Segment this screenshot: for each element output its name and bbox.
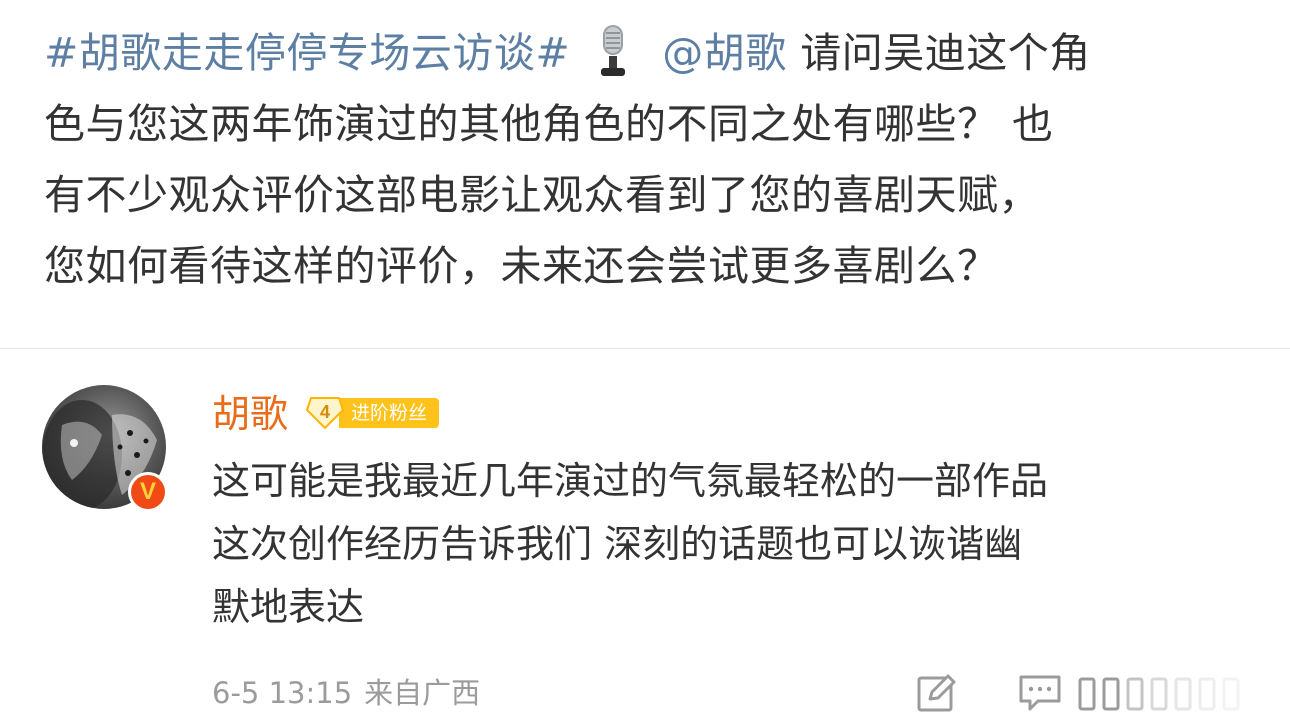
comment-icon [1019, 675, 1061, 711]
fan-level-number: 4 [319, 402, 330, 422]
hashtag-link[interactable]: #胡歌走走停停专场云访谈# [44, 29, 570, 77]
fan-level-shield-icon: 4 [305, 396, 345, 430]
fan-level-label: 进阶粉丝 [339, 398, 440, 428]
fan-level-badge[interactable]: 4 进阶粉丝 [305, 396, 440, 430]
comment-text: 这可能是我最近几年演过的气氛最轻松的一部作品 这次创作经历告诉我们 深刻的话题也… [212, 450, 1272, 639]
post-text-line1: 请问吴迪这个角 [786, 29, 1091, 77]
post-text-line4: 您如何看待这样的评价，未来还会尝试更多喜剧么？ [44, 242, 999, 290]
mention-link[interactable]: @胡歌 [662, 29, 787, 77]
comment-meta: 6-5 13:15 来自广西 [212, 672, 480, 714]
like-button[interactable] [1070, 673, 1290, 713]
comment-username[interactable]: 胡歌 [212, 388, 288, 440]
post-text-line2: 色与您这两年饰演过的其他角色的不同之处有哪些？ 也 [44, 100, 1054, 148]
microphone-icon [592, 23, 634, 79]
divider [0, 348, 1290, 349]
verified-v-icon: V [128, 472, 168, 512]
repost-button[interactable] [916, 673, 958, 713]
post-text-line3: 有不少观众评价这部电影让观众看到了您的喜剧天赋， [44, 171, 1040, 219]
post-body: #胡歌走走停停专场云访谈# @胡歌 请问吴迪这个角 色与您这两年饰演过的其他角色… [44, 18, 1244, 302]
comment-line: 这次创作经历告诉我们 深刻的话题也可以诙谐幽 [212, 522, 1023, 566]
comment-line: 这可能是我最近几年演过的气氛最轻松的一部作品 [212, 459, 1049, 503]
like-icon [1078, 677, 1240, 711]
comment-button[interactable] [1018, 673, 1062, 713]
repost-icon [917, 674, 956, 712]
comment-line: 默地表达 [212, 585, 365, 629]
comment-source: 来自广西 [364, 676, 481, 710]
comment-date: 6-5 13:15 [212, 676, 353, 710]
